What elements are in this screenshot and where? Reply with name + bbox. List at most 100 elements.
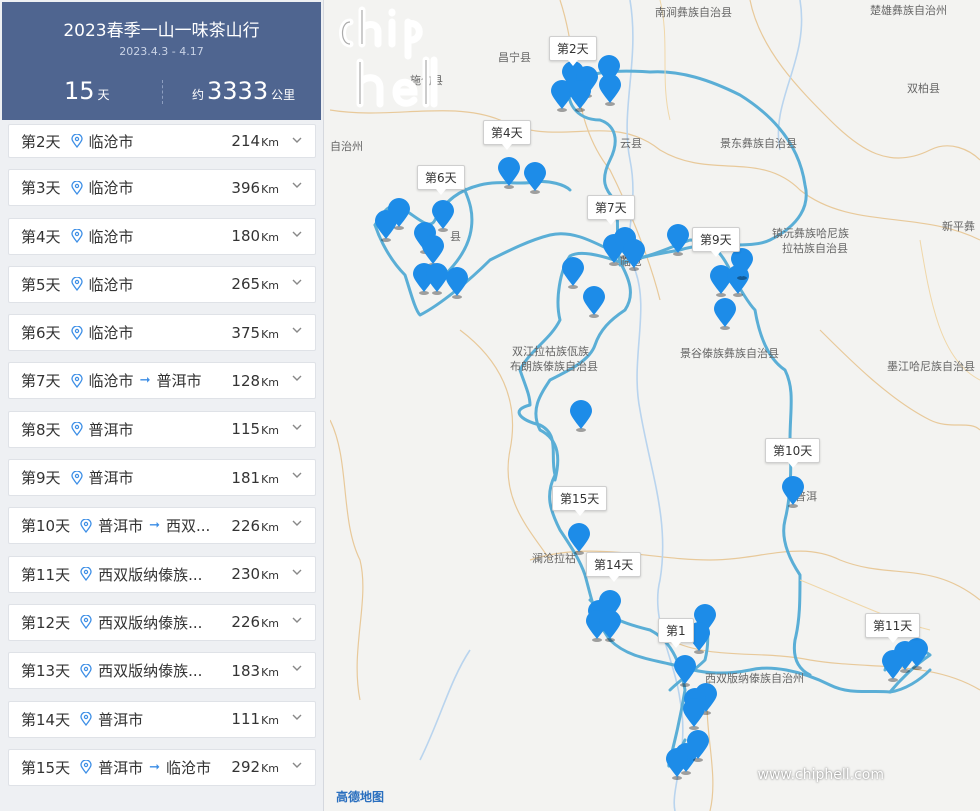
map-marker-icon[interactable]	[567, 523, 591, 555]
map-marker-icon[interactable]	[682, 698, 706, 730]
map-marker-icon[interactable]	[561, 257, 585, 289]
map-marker-icon[interactable]	[781, 476, 805, 508]
rivers	[419, 0, 803, 811]
chevron-down-icon[interactable]	[291, 614, 303, 626]
day-row[interactable]: 第11天 西双版纳傣族... 230Km	[8, 555, 316, 593]
chevron-down-icon[interactable]	[291, 372, 303, 384]
distance-km: 226Km	[231, 517, 279, 535]
map-place-label: 双柏县	[907, 82, 940, 95]
day-label: 第4天	[21, 227, 61, 246]
chevron-down-icon[interactable]	[291, 711, 303, 723]
trip-distance: 约 3333 公里	[192, 77, 295, 105]
location-pin-icon	[80, 518, 92, 533]
trip-header: 2023春季一山一味茶山行 2023.4.3 - 4.17 15 天 约 3333 公…	[2, 2, 321, 120]
day-row[interactable]: 第7天 临沧市 ➞ 普洱市 128Km	[8, 362, 316, 400]
day-tooltip[interactable]: 第14天	[586, 552, 642, 582]
chevron-down-icon[interactable]	[291, 228, 303, 240]
day-label: 第11天	[21, 565, 71, 584]
day-label: 第13天	[21, 662, 71, 681]
km-unit: Km	[261, 375, 279, 389]
map-marker-icon[interactable]	[387, 198, 411, 230]
from-place: 普洱市	[98, 517, 144, 536]
chevron-down-icon[interactable]	[291, 662, 303, 674]
arrow-right-icon: ➞	[149, 759, 161, 775]
distance-km: 128Km	[231, 372, 279, 390]
map-place-label: 楚雄彝族自治州	[870, 4, 947, 17]
map-marker-icon[interactable]	[666, 224, 690, 256]
map-marker-icon[interactable]	[598, 610, 622, 642]
map-marker-icon[interactable]	[445, 267, 469, 299]
km-unit: Km	[261, 665, 279, 679]
day-label: 第12天	[21, 613, 71, 632]
km-value: 115	[231, 420, 261, 439]
map-marker-icon[interactable]	[622, 239, 646, 271]
day-tooltip[interactable]: 第1	[658, 618, 694, 648]
distance-km: 214Km	[231, 132, 279, 150]
day-label: 第6天	[21, 324, 61, 343]
day-row[interactable]: 第4天 临沧市 180Km	[8, 217, 316, 255]
day-label: 第15天	[21, 758, 71, 777]
day-row[interactable]: 第13天 西双版纳傣族... 183Km	[8, 652, 316, 690]
day-row[interactable]: 第2天 临沧市 214Km	[8, 124, 316, 158]
day-tooltip[interactable]: 第4天	[483, 120, 531, 150]
map-marker-icon[interactable]	[582, 286, 606, 318]
map-marker-icon[interactable]	[713, 298, 737, 330]
day-tooltip[interactable]: 第7天	[587, 195, 635, 225]
map-marker-icon[interactable]	[665, 748, 689, 780]
route-map[interactable]: 南涧彝族自治县 楚雄彝族自治州 昌宁县 施甸县 双柏县 云县 景东彝族自治县 自治州 镇沅彝族哈…	[330, 0, 980, 811]
chevron-down-icon[interactable]	[291, 179, 303, 191]
chevron-down-icon[interactable]	[291, 469, 303, 481]
from-place: 普洱市	[98, 758, 144, 777]
day-tooltip[interactable]: 第2天	[549, 36, 597, 66]
day-row[interactable]: 第10天 普洱市 ➞ 西双... 226Km	[8, 507, 316, 545]
day-row[interactable]: 第6天 临沧市 375Km	[8, 314, 316, 352]
day-tooltip[interactable]: 第10天	[765, 438, 821, 468]
day-tooltip[interactable]: 第6天	[417, 165, 465, 195]
day-row[interactable]: 第15天 普洱市 ➞ 临沧市 292Km	[8, 748, 316, 786]
km-value: 214	[231, 132, 261, 150]
day-row[interactable]: 第8天 普洱市 115Km	[8, 410, 316, 448]
chevron-down-icon[interactable]	[291, 566, 303, 578]
day-row[interactable]: 第12天 西双版纳傣族... 226Km	[8, 603, 316, 641]
day-row[interactable]: 第9天 普洱市 181Km	[8, 459, 316, 497]
from-place: 临沧市	[88, 132, 134, 151]
header-divider	[162, 80, 163, 104]
map-marker-icon[interactable]	[905, 638, 929, 670]
map-marker-icon[interactable]	[568, 80, 592, 112]
chevron-down-icon[interactable]	[291, 276, 303, 288]
day-label: 第3天	[21, 179, 61, 198]
map-place-label: 双江拉祜族佤族	[512, 345, 589, 358]
map-marker-icon[interactable]	[523, 162, 547, 194]
from-place: 临沧市	[88, 324, 134, 343]
chevron-down-icon[interactable]	[291, 759, 303, 771]
day-tooltip[interactable]: 第9天	[692, 227, 740, 257]
distance-km: 180Km	[231, 227, 279, 245]
map-provider-logo: 高德地图	[336, 790, 385, 804]
day-tooltip[interactable]: 第15天	[552, 486, 608, 516]
map-marker-icon[interactable]	[730, 248, 754, 280]
day-tooltip[interactable]: 第11天	[865, 613, 921, 643]
map-canvas	[330, 0, 980, 811]
chevron-down-icon[interactable]	[291, 517, 303, 529]
chevron-down-icon[interactable]	[291, 421, 303, 433]
location-pin-icon	[80, 567, 92, 582]
day-row[interactable]: 第14天 普洱市 111Km	[8, 700, 316, 738]
map-marker-icon[interactable]	[686, 730, 710, 762]
map-place-label: 墨江哈尼族自治县	[887, 360, 975, 373]
location-pin-icon	[70, 422, 83, 437]
map-marker-icon[interactable]	[569, 400, 593, 432]
day-row[interactable]: 第3天 临沧市 396Km	[8, 169, 316, 207]
location-pin-icon	[80, 760, 92, 775]
map-marker-icon[interactable]	[497, 157, 521, 189]
km-unit: Km	[261, 136, 279, 149]
trip-panel: 2023春季一山一味茶山行 2023.4.3 - 4.17 15 天 约 3333 公…	[0, 0, 324, 811]
watermark-url: www.chiphell.com	[757, 767, 884, 783]
day-row[interactable]: 第5天 临沧市 265Km	[8, 265, 316, 303]
km-value: 230	[231, 565, 261, 584]
distance-km: 181Km	[231, 469, 279, 487]
days-unit: 天	[97, 88, 110, 102]
chevron-down-icon[interactable]	[291, 324, 303, 336]
chevron-down-icon[interactable]	[291, 134, 303, 146]
from-place: 西双版纳傣族...	[98, 662, 203, 681]
map-marker-icon[interactable]	[598, 74, 622, 106]
